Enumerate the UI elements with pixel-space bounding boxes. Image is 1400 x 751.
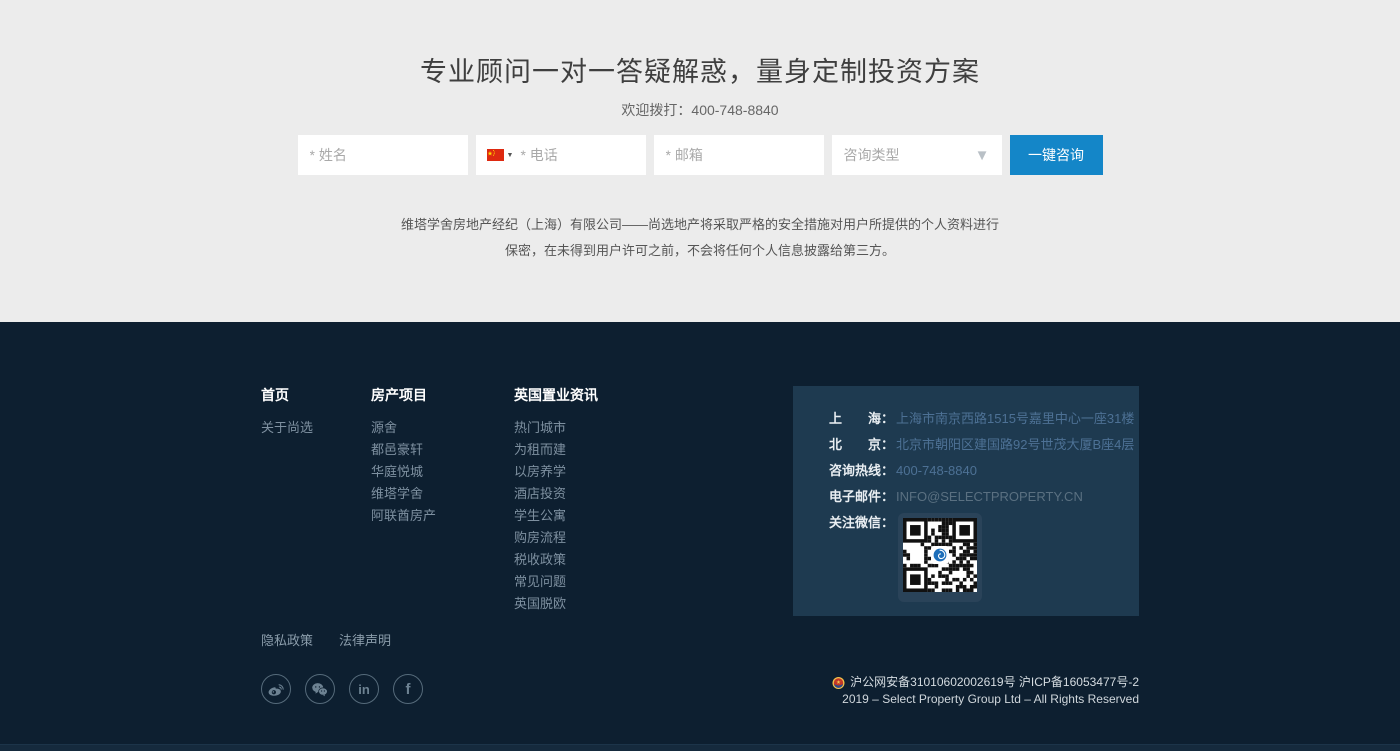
- footer-nav-projects: 房产项目 源舍 都邑豪轩 华庭悦城 维塔学舍 阿联酋房产: [371, 386, 514, 527]
- phone-field-wrap: ▼: [476, 135, 646, 175]
- one-click-consult-button[interactable]: 一键咨询: [1010, 135, 1103, 175]
- footer-nav-projects-header[interactable]: 房产项目: [371, 386, 514, 404]
- name-input[interactable]: [298, 135, 468, 175]
- footer-link-uk-8[interactable]: 常见问题: [514, 571, 674, 593]
- contact-value: INFO@SELECTPROPERTY.CN: [896, 487, 1083, 506]
- footer-link-project-5[interactable]: 阿联酋房产: [371, 505, 514, 527]
- wechat-qr-code: [903, 518, 977, 592]
- contact-row-wechat: 关注微信：: [829, 513, 1139, 602]
- footer-link-uk-1[interactable]: 热门城市: [514, 417, 674, 439]
- privacy-statement: 维塔学舍房地产经纪（上海）有限公司——尚选地产将采取严格的安全措施对用户所提供的…: [0, 212, 1400, 264]
- chevron-down-icon: ▼: [975, 147, 990, 164]
- facebook-icon[interactable]: f: [393, 674, 423, 704]
- contact-row-hotline: 咨询热线： 400-748-8840: [829, 461, 1139, 480]
- footer-link-uk-4[interactable]: 酒店投资: [514, 483, 674, 505]
- contact-row-shanghai: 上 海： 上海市南京西路1515号嘉里中心一座31楼: [829, 409, 1139, 428]
- privacy-line-1: 维塔学舍房地产经纪（上海）有限公司——尚选地产将采取严格的安全措施对用户所提供的…: [401, 217, 999, 232]
- consultation-type-select[interactable]: 咨询类型 ▼: [832, 135, 1002, 175]
- legal-notice-link[interactable]: 法律声明: [339, 630, 391, 649]
- footer-link-uk-3[interactable]: 以房养学: [514, 461, 674, 483]
- contact-row-beijing: 北 京： 北京市朝阳区建国路92号世茂大厦B座4层: [829, 435, 1139, 454]
- footer-link-uk-5[interactable]: 学生公寓: [514, 505, 674, 527]
- footer-link-project-2[interactable]: 都邑豪轩: [371, 439, 514, 461]
- contact-value: 400-748-8840: [896, 461, 977, 480]
- copyright-block: 沪公网安备31010602002619号 沪ICP备16053477号-2 20…: [832, 674, 1139, 708]
- cta-hotline-subtitle: 欢迎拨打：400-748-8840: [0, 100, 1400, 120]
- footer-link-project-4[interactable]: 维塔学舍: [371, 483, 514, 505]
- weibo-icon[interactable]: [261, 674, 291, 704]
- footer-link-uk-9[interactable]: 英国脱欧: [514, 593, 674, 615]
- linkedin-icon[interactable]: in: [349, 674, 379, 704]
- china-flag-icon[interactable]: [487, 149, 504, 161]
- footer-bottom-strip: [0, 744, 1400, 751]
- footer-link-about[interactable]: 关于尚选: [261, 417, 371, 439]
- icp-filing-text: 沪公网安备31010602002619号 沪ICP备16053477号-2: [850, 674, 1139, 691]
- brand-swirl-icon: [931, 546, 949, 564]
- email-input[interactable]: [654, 135, 824, 175]
- contact-label: 关注微信：: [829, 513, 894, 532]
- contact-info-box: 上 海： 上海市南京西路1515号嘉里中心一座31楼 北 京： 北京市朝阳区建国…: [793, 386, 1139, 616]
- footer-nav-home-header[interactable]: 首页: [261, 386, 371, 404]
- contact-row-email: 电子邮件： INFO@SELECTPROPERTY.CN: [829, 487, 1139, 506]
- contact-label: 咨询热线：: [829, 461, 894, 480]
- contact-label: 上 海：: [829, 409, 894, 428]
- privacy-line-2: 保密，在未得到用户许可之前，不会将任何个人信息披露给第三方。: [505, 243, 895, 258]
- wechat-qr-container: [898, 513, 982, 602]
- site-footer: 首页 关于尚选 房产项目 源舍 都邑豪轩 华庭悦城 维塔学舍 阿联酋房产 英国置…: [0, 322, 1400, 751]
- footer-nav-uk-info-header[interactable]: 英国置业资讯: [514, 386, 674, 404]
- privacy-policy-link[interactable]: 隐私政策: [261, 630, 313, 649]
- consultation-type-placeholder: 咨询类型: [844, 145, 900, 165]
- wechat-icon[interactable]: [305, 674, 335, 704]
- public-security-badge-icon: [832, 676, 845, 690]
- name-field-wrap: [298, 135, 468, 175]
- contact-value: 上海市南京西路1515号嘉里中心一座31楼: [896, 409, 1134, 428]
- contact-label: 北 京：: [829, 435, 894, 454]
- social-links: in f: [261, 674, 423, 704]
- footer-nav-home: 首页 关于尚选: [261, 386, 371, 439]
- legal-links-row: 隐私政策 法律声明: [261, 630, 1139, 649]
- cta-title: 专业顾问一对一答疑解惑，量身定制投资方案: [0, 0, 1400, 87]
- consultation-form: ▼ 咨询类型 ▼ 一键咨询: [0, 135, 1400, 175]
- footer-link-uk-2[interactable]: 为租而建: [514, 439, 674, 461]
- country-select-caret-icon[interactable]: ▼: [507, 152, 514, 159]
- footer-link-uk-6[interactable]: 购房流程: [514, 527, 674, 549]
- footer-link-uk-7[interactable]: 税收政策: [514, 549, 674, 571]
- phone-input[interactable]: [513, 135, 645, 175]
- footer-nav-uk-info: 英国置业资讯 热门城市 为租而建 以房养学 酒店投资 学生公寓 购房流程 税收政…: [514, 386, 674, 615]
- contact-label: 电子邮件：: [829, 487, 894, 506]
- footer-link-project-3[interactable]: 华庭悦城: [371, 461, 514, 483]
- consultation-cta-section: 专业顾问一对一答疑解惑，量身定制投资方案 欢迎拨打：400-748-8840 ▼…: [0, 0, 1400, 322]
- email-field-wrap: [654, 135, 824, 175]
- copyright-text: 2019 – Select Property Group Ltd – All R…: [832, 691, 1139, 708]
- contact-value: 北京市朝阳区建国路92号世茂大厦B座4层: [896, 435, 1134, 454]
- footer-link-project-1[interactable]: 源舍: [371, 417, 514, 439]
